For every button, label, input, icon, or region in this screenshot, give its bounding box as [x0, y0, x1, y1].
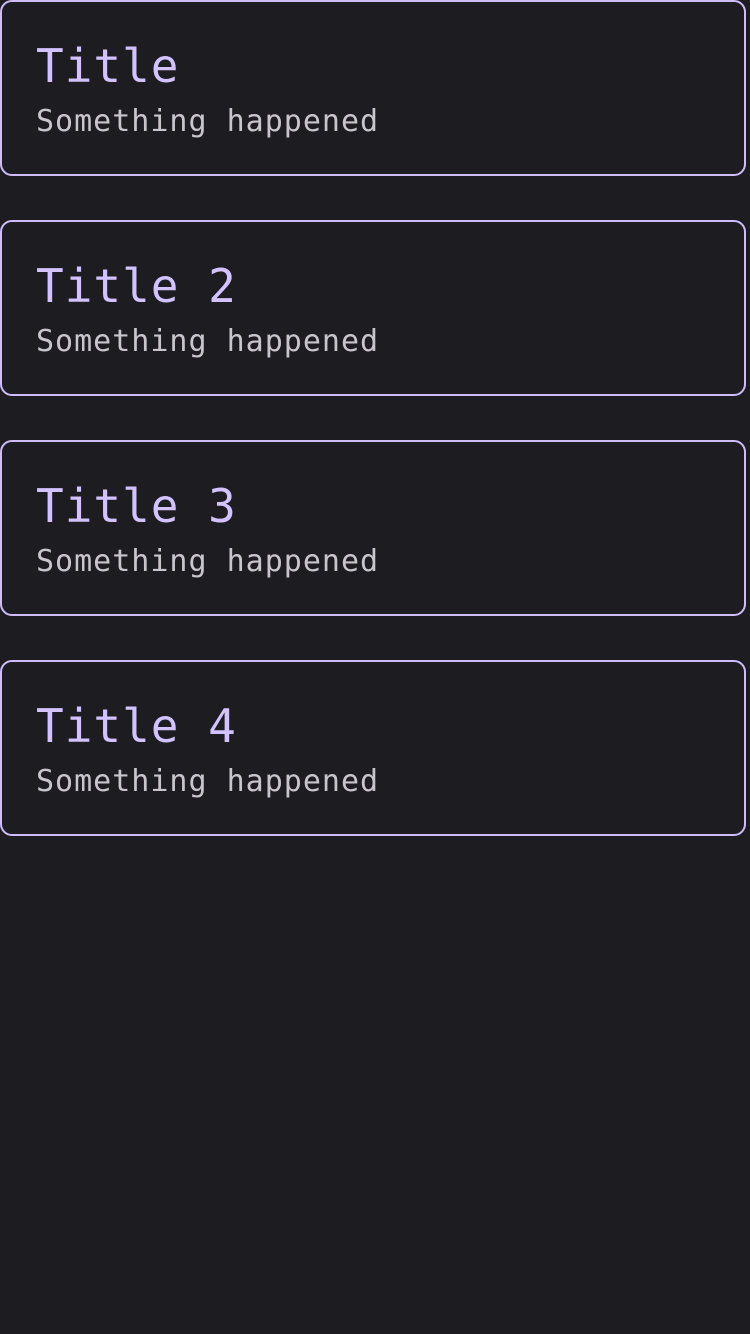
notification-title: Title 3: [36, 479, 237, 533]
notification-description: Something happened: [36, 544, 380, 579]
notification-description: Something happened: [36, 104, 380, 139]
notification-card[interactable]: Title Something happened: [0, 0, 746, 176]
notification-title: Title 2: [36, 259, 237, 313]
notification-card[interactable]: Title 3 Something happened: [0, 440, 746, 616]
notification-title: Title 4: [36, 699, 237, 753]
notification-description: Something happened: [36, 324, 380, 359]
notification-title: Title: [36, 39, 180, 93]
notification-card[interactable]: Title 4 Something happened: [0, 660, 746, 836]
notification-description: Something happened: [36, 764, 380, 799]
notification-card[interactable]: Title 2 Something happened: [0, 220, 746, 396]
